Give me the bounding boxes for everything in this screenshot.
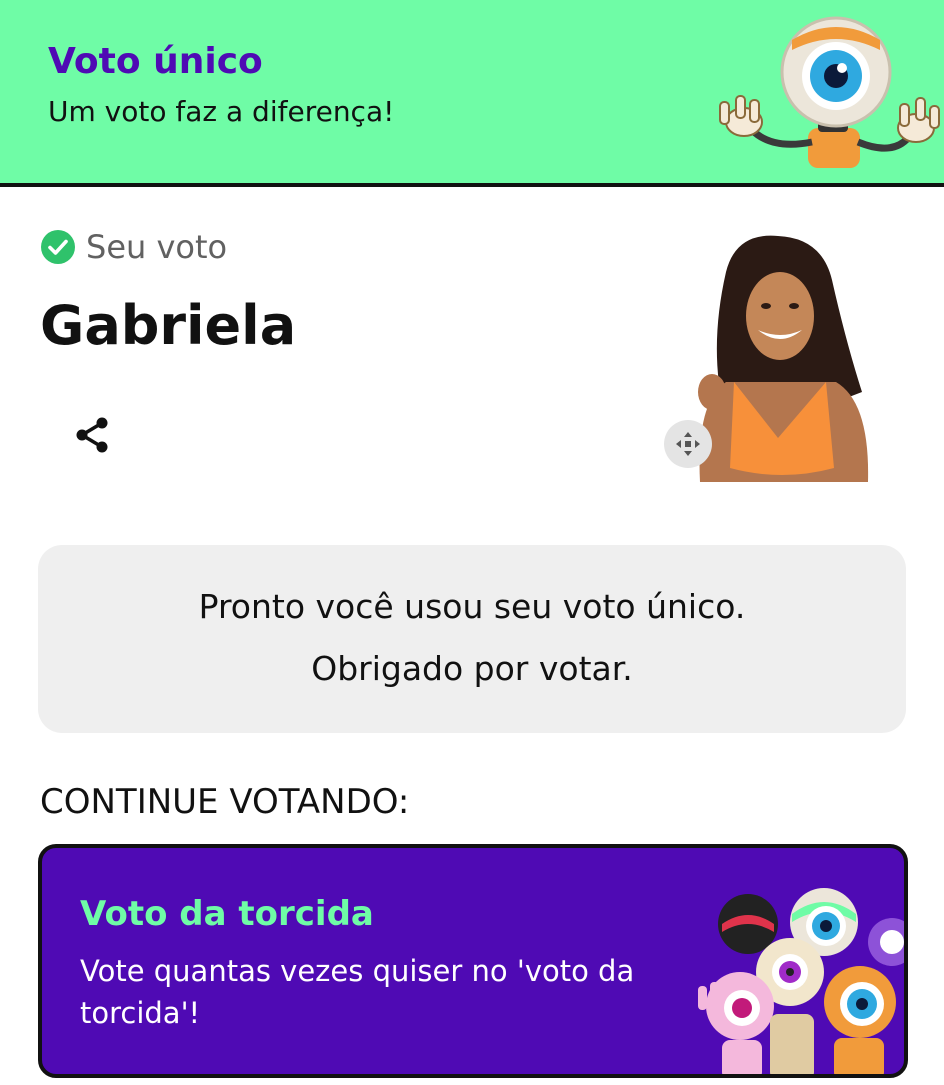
cta-title: Voto da torcida	[80, 894, 374, 934]
mascot-group-icon	[698, 888, 904, 1074]
vote-status-label: Seu voto	[86, 228, 228, 266]
eye-mascot-icon	[719, 16, 940, 168]
voto-da-torcida-card[interactable]: Voto da torcida Vote quantas vezes quise…	[38, 844, 908, 1078]
vote-status-row: Seu voto	[40, 226, 227, 268]
banner-title: Voto único	[48, 41, 263, 82]
thank-you-message: Obrigado por votar.	[311, 649, 633, 688]
confirmation-message: Pronto você usou seu voto único.	[198, 587, 746, 626]
share-icon[interactable]	[72, 414, 112, 456]
banner-subtitle: Um voto faz a diferença!	[48, 95, 395, 128]
cta-subtitle: Vote quantas vezes quiser no 'voto da to…	[80, 954, 635, 1030]
candidate-name: Gabriela	[40, 294, 297, 357]
confirmation-box: Pronto você usou seu voto único. Obrigad…	[38, 545, 906, 733]
move-arrows-icon[interactable]	[664, 420, 712, 468]
candidate-photo	[698, 235, 869, 482]
check-circle-icon	[41, 230, 75, 264]
header-banner: Voto único Um voto faz a diferença!	[0, 0, 944, 187]
move-arrows-glyph-icon	[676, 432, 700, 456]
continue-voting-label: CONTINUE VOTANDO:	[40, 782, 410, 822]
